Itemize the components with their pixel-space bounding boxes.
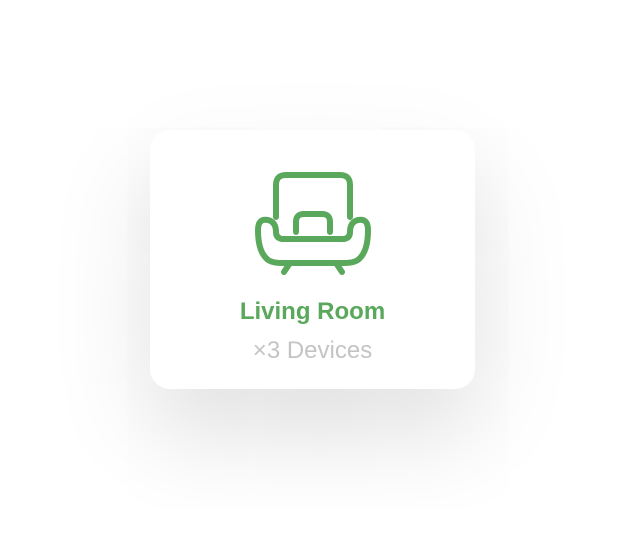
device-count: ×3 Devices: [252, 337, 373, 364]
room-name: Living Room: [239, 298, 386, 325]
armchair-icon: [254, 172, 372, 276]
page: Living Room ×3 Devices: [0, 0, 625, 560]
